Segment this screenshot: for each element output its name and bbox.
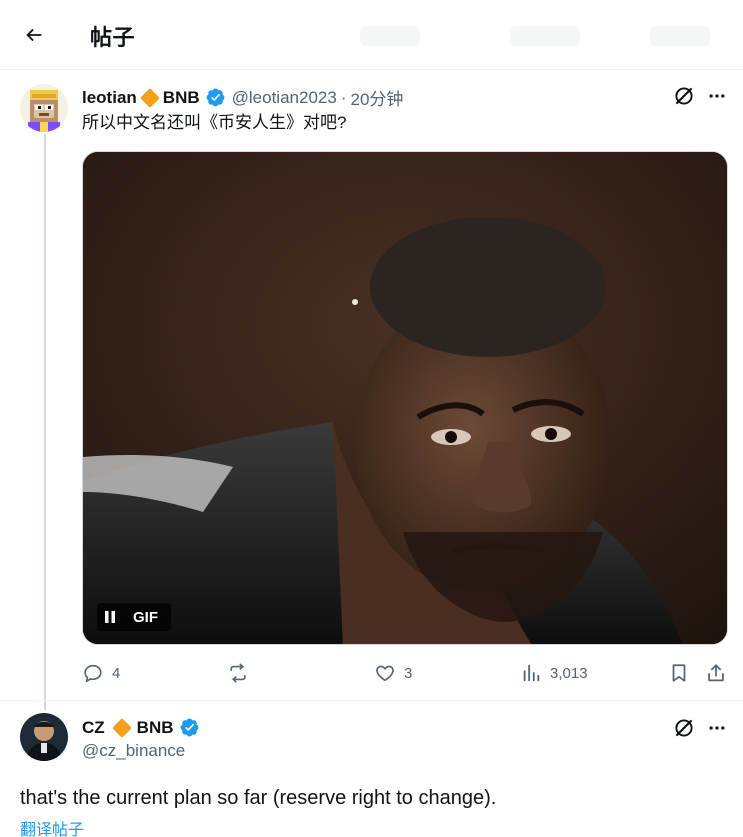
grok-icon[interactable] xyxy=(671,83,697,109)
like-count: 3 xyxy=(404,664,413,682)
reply-button[interactable]: 4 xyxy=(82,662,120,684)
reply-display-name[interactable]: CZ xyxy=(82,718,105,738)
translate-post-link[interactable]: 翻译帖子 xyxy=(20,816,84,837)
more-options-icon[interactable] xyxy=(704,715,730,741)
divider xyxy=(0,700,743,701)
verified-badge-icon xyxy=(179,717,200,738)
page-title: 帖子 xyxy=(90,25,136,50)
thread-connector-line xyxy=(44,134,46,710)
views-button[interactable]: 3,013 xyxy=(520,662,588,684)
heart-icon xyxy=(376,665,394,682)
tweet-text: 所以中文名还叫《币安人生》对吧? xyxy=(82,113,347,132)
top-bar: 帖子 xyxy=(0,0,743,70)
gif-label: GIF xyxy=(133,608,158,626)
analytics-bars-icon xyxy=(523,664,540,682)
reply-name-suffix[interactable]: BNB xyxy=(137,718,174,738)
share-button[interactable] xyxy=(705,662,727,684)
header-blur-shape xyxy=(510,26,580,46)
like-button[interactable]: 3 xyxy=(374,662,412,684)
verified-badge-icon xyxy=(205,87,226,108)
gif-frame-image xyxy=(83,152,727,644)
gif-badge: GIF xyxy=(97,603,171,631)
author-display-name[interactable]: leotian xyxy=(82,88,137,108)
cz-photo-avatar-icon xyxy=(20,713,68,761)
tweet-action-bar: 4 3 3,013 xyxy=(82,662,728,688)
more-options-icon[interactable] xyxy=(704,83,730,109)
tweet-author-row: leotian BNB @leotian2023 · 20分钟 xyxy=(82,85,403,110)
separator-dot: · xyxy=(340,87,347,107)
reply-icon xyxy=(84,664,102,683)
author-handle[interactable]: @leotian2023 xyxy=(232,88,337,108)
arrow-left-icon xyxy=(26,28,42,42)
diamond-emoji-icon xyxy=(139,87,160,108)
pause-button[interactable] xyxy=(97,603,123,631)
author-name-suffix[interactable]: BNB xyxy=(163,88,200,108)
reply-author-row: CZ BNB xyxy=(82,717,200,738)
pixel-ape-avatar-icon xyxy=(20,84,68,132)
pause-icon xyxy=(105,611,115,623)
tweet-timestamp[interactable]: 20分钟 xyxy=(350,85,403,110)
reply-text: that's the current plan so far (reserve … xyxy=(20,787,497,809)
bookmark-icon xyxy=(672,664,686,682)
grok-icon[interactable] xyxy=(671,715,697,741)
header-blur-shape xyxy=(360,26,420,46)
back-button[interactable] xyxy=(14,17,54,53)
avatar[interactable] xyxy=(20,84,68,132)
diamond-emoji-icon xyxy=(111,717,132,738)
reply-count: 4 xyxy=(112,664,121,682)
bookmark-button[interactable] xyxy=(668,662,690,684)
tweet-media-gif[interactable]: GIF xyxy=(82,151,728,645)
header-blur-shape xyxy=(650,26,710,46)
reply-handle[interactable]: @cz_binance xyxy=(82,741,185,761)
avatar[interactable] xyxy=(20,713,68,761)
views-count: 3,013 xyxy=(550,664,588,682)
share-icon xyxy=(708,664,724,682)
repost-icon xyxy=(230,663,246,683)
repost-button[interactable] xyxy=(227,662,257,684)
